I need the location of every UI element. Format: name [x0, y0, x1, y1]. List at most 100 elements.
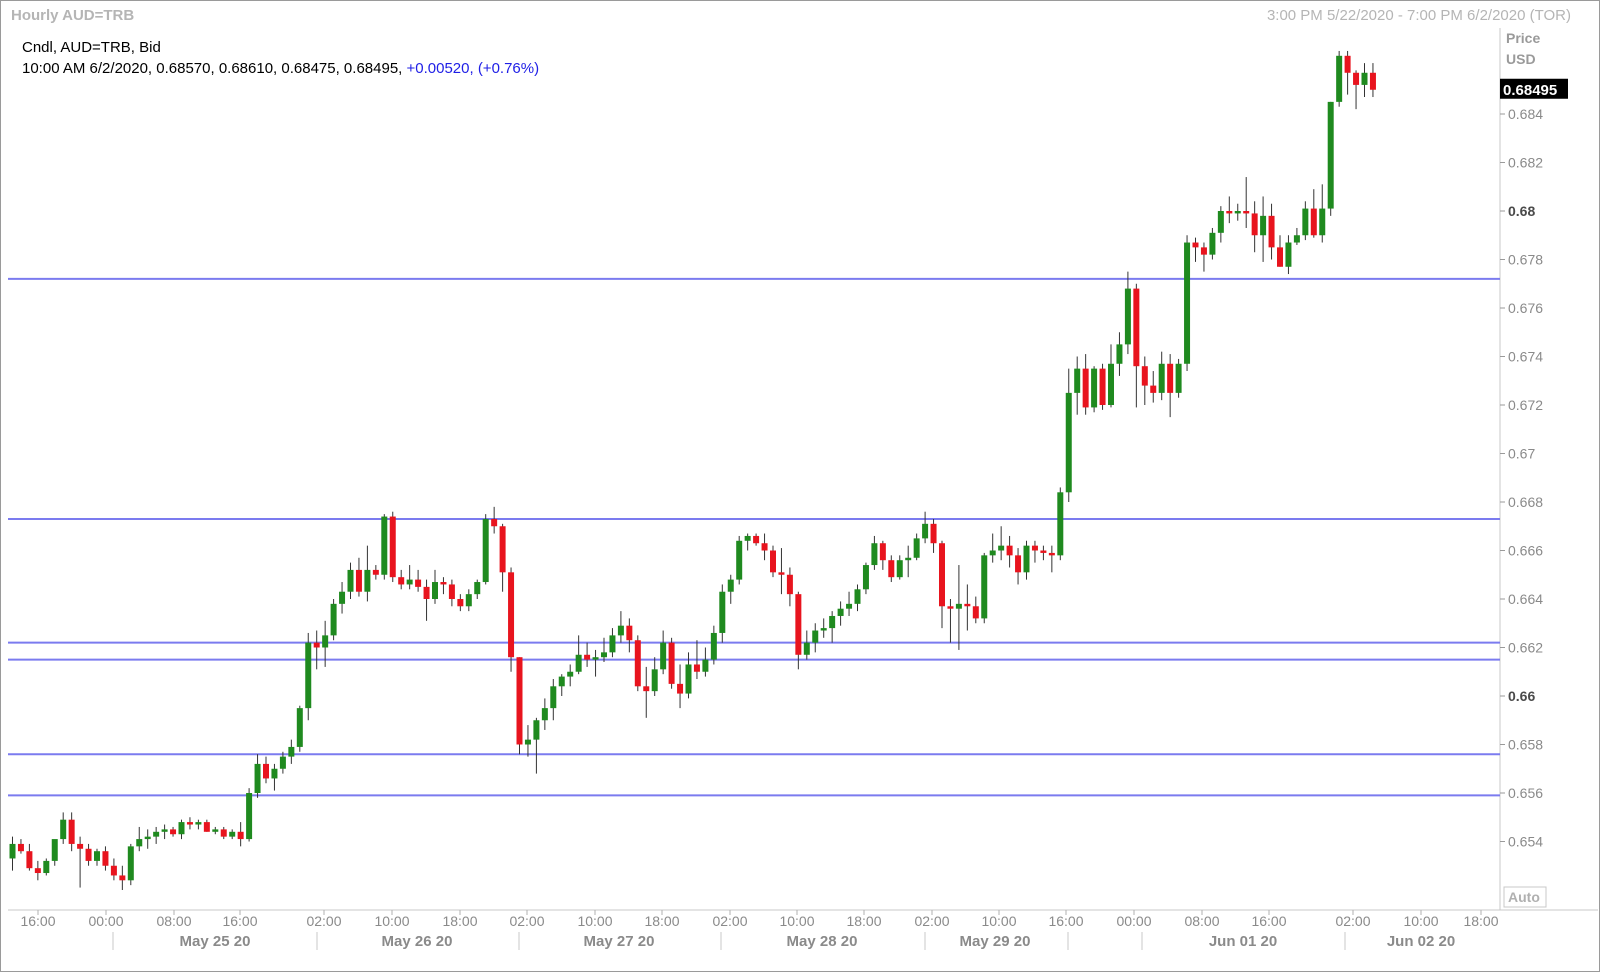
candle-down: [85, 848, 92, 861]
candle-down: [68, 819, 75, 844]
candle-up: [541, 708, 548, 721]
candle-up: [1023, 545, 1030, 573]
price-tick-label: 0.676: [1508, 300, 1543, 316]
candle-up: [1319, 208, 1326, 236]
price-axis-label: Price: [1506, 30, 1540, 46]
candle-up: [719, 591, 726, 633]
time-tick-label: 16:00: [1251, 913, 1286, 929]
date-label: May 27 20: [584, 933, 655, 950]
candle-down: [448, 584, 455, 599]
candle-down: [1167, 363, 1174, 393]
candle-up: [60, 819, 67, 840]
candle-up: [43, 860, 50, 874]
time-tick-label: 02:00: [1335, 913, 1370, 929]
candle-up: [829, 615, 836, 629]
candle-up: [550, 686, 557, 709]
plot-area: [8, 28, 1500, 910]
auto-button-label[interactable]: Auto: [1508, 889, 1540, 905]
candle-up: [803, 642, 810, 655]
candle-up: [871, 543, 878, 566]
time-tick-label: 18:00: [846, 913, 881, 929]
candle-up: [406, 579, 413, 585]
candle-up: [330, 603, 337, 636]
candle-down: [313, 642, 320, 648]
price-tick-label: 0.662: [1508, 640, 1543, 656]
candle-up: [465, 594, 472, 607]
candle-up: [364, 569, 371, 592]
candle-up: [601, 652, 607, 658]
candle-down: [516, 657, 523, 745]
candle-down: [102, 851, 109, 866]
candle-down: [770, 550, 776, 573]
candle-down: [499, 526, 506, 573]
info-panel: Cndl, AUD=TRB, Bid 10:00 AM 6/2/2020, 0.…: [22, 37, 539, 79]
candle-up: [685, 664, 692, 694]
time-tick-label: 16:00: [222, 913, 257, 929]
price-tick-label: 0.68: [1508, 203, 1535, 219]
candle-up: [1361, 72, 1368, 85]
time-tick-label: 10:00: [1403, 913, 1438, 929]
time-tick-label: 02:00: [712, 913, 747, 929]
time-tick-label: 10:00: [374, 913, 409, 929]
candle-up: [1184, 242, 1191, 364]
candle-up: [854, 589, 861, 604]
candle-up: [1175, 363, 1182, 393]
candle-down: [634, 640, 641, 687]
candle-down: [389, 516, 396, 578]
candle-up: [136, 839, 143, 847]
candle-up: [744, 535, 751, 541]
candle-down: [508, 572, 515, 658]
candle-down: [1226, 211, 1233, 214]
price-tick-label: 0.678: [1508, 252, 1543, 268]
candle-up: [1336, 55, 1343, 102]
date-label: May 26 20: [382, 933, 453, 950]
candle-up: [558, 676, 565, 687]
candle-down: [786, 574, 793, 595]
date-label: Jun 02 20: [1387, 933, 1455, 950]
date-label: Jun 01 20: [1209, 933, 1277, 950]
candle-down: [626, 625, 633, 641]
candle-down: [355, 569, 362, 592]
candle-down: [1268, 215, 1275, 248]
time-tick-label: 10:00: [577, 913, 612, 929]
price-axis: 0.684 0.682 0.68 0.678 0.676 0.674 0.672 0.67 0.…: [1500, 106, 1543, 850]
candle-up: [896, 560, 903, 578]
candle-down: [1133, 288, 1140, 367]
candle-down: [1251, 213, 1258, 236]
candle-up: [913, 538, 920, 558]
price-tick-label: 0.656: [1508, 785, 1543, 801]
candle-up: [660, 642, 667, 670]
last-price-marker: 0.68495: [1500, 78, 1568, 99]
price-chart[interactable]: 0.684 0.682 0.68 0.678 0.676 0.674 0.672 0.67 0.…: [0, 0, 1600, 972]
candle-down: [1277, 247, 1283, 267]
candle-up: [617, 625, 624, 636]
auto-scale-button[interactable]: Auto: [1503, 886, 1547, 908]
candle-down: [879, 543, 886, 561]
candle-up: [296, 708, 303, 747]
candle-up: [1234, 211, 1241, 214]
candle-down: [1353, 72, 1360, 85]
currency-label: USD: [1506, 51, 1536, 67]
candle-down: [1192, 242, 1199, 248]
candle-down: [1048, 552, 1055, 556]
price-tick-label: 0.672: [1508, 397, 1543, 413]
candle-down: [1006, 545, 1013, 556]
time-tick-label: 18:00: [1463, 913, 1498, 929]
candle-up: [271, 768, 278, 779]
candle-down: [1369, 72, 1376, 90]
candle-up: [1116, 344, 1123, 364]
candle-up: [94, 851, 100, 861]
price-tick-label: 0.684: [1508, 106, 1543, 122]
time-axis: 16:00 00:00 08:00 16:00 02:00 10:00 18:00 02:00…: [20, 910, 1499, 950]
last-price-value: 0.68495: [1503, 82, 1557, 99]
ohlc-readout: 10:00 AM 6/2/2020, 0.68570, 0.68610, 0.6…: [22, 58, 539, 79]
candle-down: [34, 868, 41, 874]
time-tick-label: 18:00: [644, 913, 679, 929]
date-label: May 29 20: [960, 933, 1031, 950]
candle-up: [1327, 101, 1334, 209]
price-tick-label: 0.664: [1508, 591, 1543, 607]
candle-down: [263, 763, 269, 779]
candle-down: [398, 577, 405, 585]
candle-down: [677, 683, 684, 694]
candle-up: [1217, 211, 1224, 233]
